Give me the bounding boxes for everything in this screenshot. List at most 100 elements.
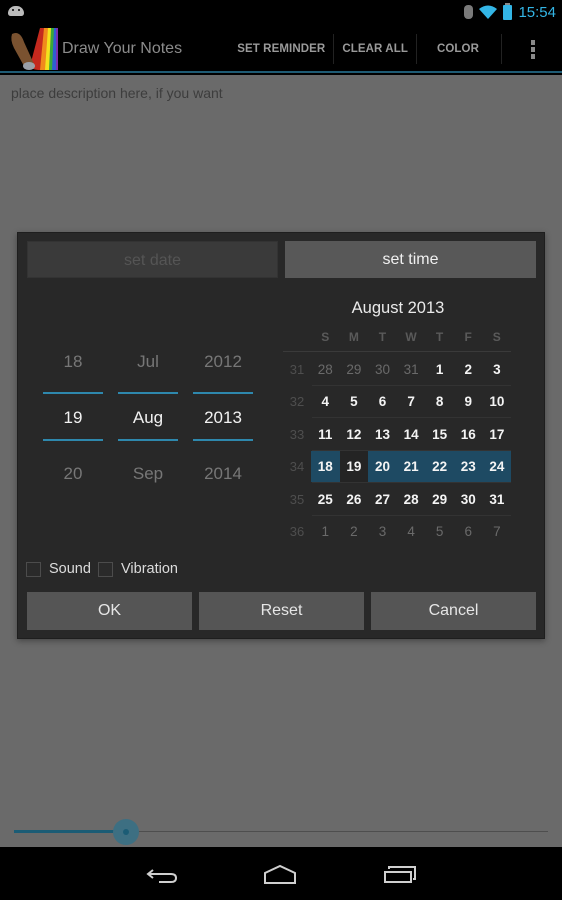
year-prev[interactable]: 2012 [193,352,253,372]
overflow-menu-icon[interactable] [502,25,562,73]
brush-size-slider[interactable] [14,818,548,846]
calendar-day[interactable]: 29 [425,484,454,515]
calendar-day[interactable]: 9 [454,386,483,417]
navigation-bar [0,847,562,900]
calendar-day[interactable]: 1 [311,516,340,547]
calendar-day[interactable]: 3 [368,516,397,547]
picker-divider [193,439,253,441]
calendar-day[interactable]: 7 [397,386,426,417]
calendar-day[interactable]: 7 [483,516,512,547]
reset-button[interactable]: Reset [199,592,364,630]
day-picker[interactable]: 18 19 20 [43,333,103,493]
day-next[interactable]: 20 [43,464,103,484]
week-number: 31 [289,361,305,377]
calendar-day[interactable]: 18 [311,451,340,483]
calendar-day[interactable]: 16 [454,419,483,450]
day-current[interactable]: 19 [43,408,103,428]
calendar-day[interactable]: 29 [340,354,369,385]
vibration-checkbox[interactable]: Vibration [98,561,178,577]
calendar-day[interactable]: 31 [397,354,426,385]
status-icons: 15:54 [464,2,556,22]
weekday-label: T [378,330,387,344]
calendar-day[interactable]: 5 [340,386,369,417]
ok-button[interactable]: OK [27,592,192,630]
calendar-day[interactable]: 5 [425,516,454,547]
description-input[interactable]: place description here, if you want [11,85,223,101]
vibration-label: Vibration [121,561,178,577]
calendar-day[interactable]: 24 [482,451,512,483]
month-picker[interactable]: Jul Aug Sep [118,333,178,493]
calendar-day[interactable]: 17 [483,419,512,450]
calendar-day[interactable]: 21 [396,451,426,483]
calendar-day[interactable]: 11 [311,419,340,450]
calendar-day[interactable]: 31 [483,484,512,515]
checkbox-box[interactable] [98,561,113,577]
weekday-label: F [464,330,472,344]
calendar-day[interactable]: 4 [311,386,340,417]
cancel-button[interactable]: Cancel [371,592,536,630]
picker-divider [118,439,178,441]
calendar-day[interactable]: 23 [453,451,483,483]
recent-apps-icon[interactable] [383,861,417,885]
calendar-day[interactable]: 25 [311,484,340,515]
year-next[interactable]: 2014 [193,464,253,484]
android-notification-icon [8,6,24,16]
set-reminder-button[interactable]: SET REMINDER [229,34,333,64]
sound-checkbox[interactable]: Sound [26,561,91,577]
week-number: 35 [289,491,305,507]
calendar-header-divider [283,351,511,352]
calendar-day[interactable]: 22 [425,451,454,483]
calendar-day[interactable]: 30 [454,484,483,515]
app-title: Draw Your Notes [62,40,183,57]
clock: 15:54 [518,3,556,21]
calendar-day[interactable]: 14 [397,419,426,450]
calendar-week-row: 31 28 29 30 31 1 2 3 [283,353,513,386]
month-next[interactable]: Sep [118,464,178,484]
bluetooth-icon [464,5,474,19]
clear-all-button[interactable]: CLEAR ALL [334,34,416,64]
day-prev[interactable]: 18 [43,352,103,372]
calendar-day[interactable]: 10 [483,386,512,417]
year-current[interactable]: 2013 [193,408,253,428]
calendar-day[interactable]: 15 [425,419,454,450]
picker-divider [43,439,103,441]
action-bar-actions: SET REMINDER CLEAR ALL COLOR [229,25,562,73]
year-picker[interactable]: 2012 2013 2014 [193,333,253,493]
sound-label: Sound [49,561,91,577]
calendar-day[interactable]: 6 [454,516,483,547]
slider-fill [14,830,127,833]
calendar-day[interactable]: 13 [368,419,397,450]
calendar-week-row: 36 1 2 3 4 5 6 7 [283,516,513,549]
calendar-day[interactable]: 1 [425,354,454,385]
month-prev[interactable]: Jul [118,352,178,372]
calendar-day[interactable]: 4 [397,516,426,547]
calendar-day[interactable]: 19 [339,451,369,483]
calendar-day[interactable]: 3 [483,354,512,385]
calendar-grid: 31 28 29 30 31 1 2 3 32 4 5 6 7 8 9 10 33 11 12 13 14 15 16 17 3… [283,353,513,548]
calendar-day[interactable]: 8 [425,386,454,417]
calendar-week-row: 33 11 12 13 14 15 16 17 [283,418,513,451]
picker-divider [118,392,178,394]
calendar-day[interactable]: 28 [397,484,426,515]
calendar-day[interactable]: 2 [454,354,483,385]
month-current[interactable]: Aug [118,408,178,428]
calendar-day[interactable]: 12 [340,419,369,450]
weekday-label: S [321,330,330,344]
checkbox-box[interactable] [26,561,41,577]
calendar-day[interactable]: 27 [368,484,397,515]
calendar-day[interactable]: 20 [368,451,397,483]
color-button[interactable]: COLOR [417,34,501,64]
set-time-button[interactable]: set time [285,241,536,278]
picker-divider [193,392,253,394]
calendar-day[interactable]: 2 [340,516,369,547]
app-logo-icon[interactable] [10,26,60,72]
calendar-day[interactable]: 28 [311,354,340,385]
calendar-week-row: 32 4 5 6 7 8 9 10 [283,386,513,419]
back-icon[interactable] [145,861,179,885]
calendar-day[interactable]: 30 [368,354,397,385]
calendar-day[interactable]: 26 [340,484,369,515]
home-icon[interactable] [263,861,297,885]
calendar-day[interactable]: 6 [368,386,397,417]
weekday-label: T [435,330,444,344]
slider-thumb[interactable] [113,819,140,845]
